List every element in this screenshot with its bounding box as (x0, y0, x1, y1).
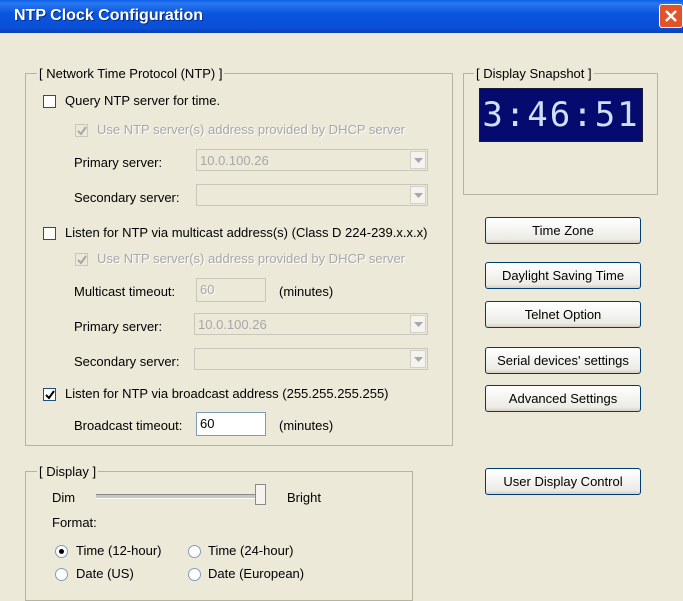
clock-display: 3:46:51 (479, 88, 643, 142)
query-use-dhcp-label: Use NTP server(s) address provided by DH… (97, 122, 406, 137)
checkmark-icon (77, 126, 87, 136)
multicast-primary-label: Primary server: (74, 319, 163, 334)
query-use-dhcp-checkbox[interactable] (75, 124, 88, 137)
multicast-primary-server-combo[interactable]: 10.0.100.26 (194, 313, 428, 335)
display-snapshot-legend: [ Display Snapshot ] (474, 66, 594, 81)
close-button[interactable] (659, 4, 683, 28)
query-primary-label: Primary server: (74, 155, 163, 170)
telnet-option-button[interactable]: Telnet Option (485, 301, 641, 328)
chevron-down-icon (414, 322, 423, 327)
brightness-slider-track[interactable] (96, 494, 262, 499)
multicast-timeout-label: Multicast timeout: (74, 284, 176, 299)
multicast-secondary-server-combo[interactable] (194, 348, 428, 370)
multicast-secondary-label: Secondary server: (74, 354, 180, 369)
broadcast-label: Listen for NTP via broadcast address (25… (65, 386, 389, 401)
clock-time: 3:46:51 (482, 95, 640, 135)
dim-label: Dim (52, 490, 76, 505)
chevron-down-icon (414, 158, 423, 163)
broadcast-timeout-unit: (minutes) (279, 418, 334, 433)
dropdown-button[interactable] (410, 315, 426, 333)
multicast-primary-server-value: 10.0.100.26 (198, 317, 267, 332)
serial-devices-settings-button[interactable]: Serial devices' settings (485, 347, 641, 374)
close-icon (665, 10, 677, 22)
checkmark-icon (45, 390, 55, 400)
multicast-timeout-input[interactable]: 60 (196, 278, 266, 302)
brightness-slider-thumb[interactable] (255, 484, 266, 505)
radio-date-us[interactable] (55, 568, 68, 581)
broadcast-timeout-value: 60 (200, 416, 215, 431)
query-secondary-server-combo[interactable] (196, 184, 428, 206)
multicast-checkbox[interactable] (43, 227, 56, 240)
query-primary-server-value: 10.0.100.26 (200, 153, 269, 168)
multicast-label: Listen for NTP via multicast address(s) … (65, 225, 428, 240)
checkmark-icon (77, 255, 87, 265)
multicast-use-dhcp-label: Use NTP server(s) address provided by DH… (97, 251, 406, 266)
date-us-label: Date (US) (76, 566, 134, 581)
query-secondary-label: Secondary server: (74, 190, 180, 205)
radio-time-24-hour[interactable] (188, 545, 201, 558)
date-european-label: Date (European) (208, 566, 305, 581)
format-label: Format: (52, 515, 97, 530)
multicast-timeout-value: 60 (200, 282, 215, 297)
radio-selected-dot (59, 549, 64, 554)
dropdown-button[interactable] (410, 350, 426, 368)
dropdown-button[interactable] (410, 186, 426, 204)
user-display-control-button[interactable]: User Display Control (485, 468, 641, 495)
window-title: NTP Clock Configuration (14, 7, 204, 24)
display-group (25, 471, 413, 601)
chevron-down-icon (414, 193, 423, 198)
time-zone-button[interactable]: Time Zone (485, 217, 641, 244)
query-ntp-label: Query NTP server for time. (65, 93, 221, 108)
time-12-hour-label: Time (12-hour) (76, 543, 162, 558)
radio-date-european[interactable] (188, 568, 201, 581)
time-24-hour-label: Time (24-hour) (208, 543, 294, 558)
broadcast-checkbox[interactable] (43, 388, 56, 401)
daylight-saving-time-button[interactable]: Daylight Saving Time (485, 262, 641, 289)
radio-time-12-hour[interactable] (55, 545, 68, 558)
chevron-down-icon (414, 357, 423, 362)
multicast-timeout-unit: (minutes) (279, 284, 334, 299)
broadcast-timeout-label: Broadcast timeout: (74, 418, 183, 433)
broadcast-timeout-input[interactable]: 60 (196, 412, 266, 436)
ntp-group-legend: [ Network Time Protocol (NTP) ] (37, 66, 225, 81)
query-ntp-checkbox[interactable] (43, 95, 56, 108)
bright-label: Bright (287, 490, 321, 505)
dropdown-button[interactable] (410, 151, 426, 169)
display-group-legend: [ Display ] (37, 464, 99, 479)
query-primary-server-combo[interactable]: 10.0.100.26 (196, 149, 428, 171)
multicast-use-dhcp-checkbox[interactable] (75, 253, 88, 266)
title-bar: NTP Clock Configuration (0, 0, 683, 33)
advanced-settings-button[interactable]: Advanced Settings (485, 385, 641, 412)
